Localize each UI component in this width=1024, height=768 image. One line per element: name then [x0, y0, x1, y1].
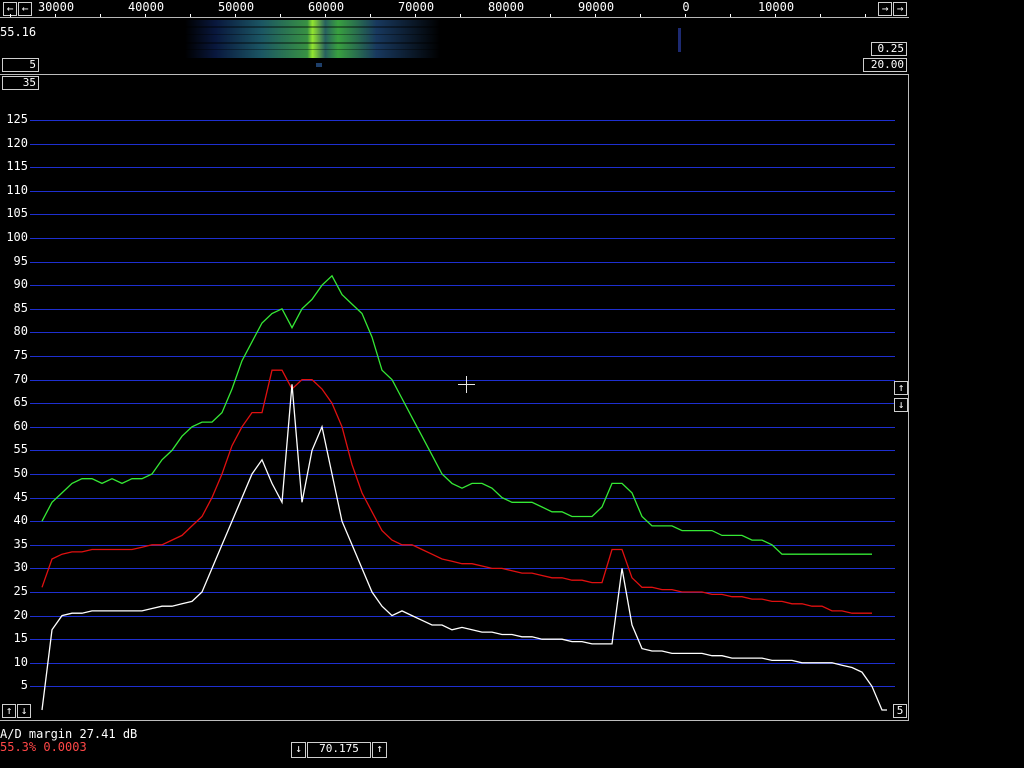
frequency-tick: [595, 14, 596, 17]
frequency-tick: [280, 14, 281, 17]
crosshair-icon: [458, 376, 475, 393]
down-arrow-icon: ↓: [20, 704, 28, 717]
frequency-tick: [55, 14, 56, 17]
frequency-tick: [370, 14, 371, 17]
frequency-tick: [190, 14, 191, 17]
bottom-right-box[interactable]: 5: [893, 704, 907, 718]
frequency-label: 80000: [487, 0, 525, 14]
frequency-label: 10000: [757, 0, 795, 14]
waterfall-left-box[interactable]: 5: [2, 58, 39, 72]
frequency-tick: [100, 14, 101, 17]
bottom-down-button[interactable]: ↓: [17, 704, 31, 718]
level-down-button[interactable]: ↓: [894, 398, 908, 412]
waterfall-graph: [185, 20, 681, 67]
frequency-label: 90000: [577, 0, 615, 14]
sample-info-text: 55.3% 0.0003: [0, 740, 87, 754]
right-arrow-icon: →: [881, 2, 889, 15]
level-up-button[interactable]: ↑: [894, 381, 908, 395]
right-arrow-icon: →: [896, 2, 904, 15]
center-value-box[interactable]: 70.175: [307, 742, 371, 758]
scroll-right-button[interactable]: →: [878, 2, 892, 16]
up-arrow-icon: ↑: [5, 704, 13, 717]
down-arrow-icon: ↓: [295, 742, 302, 755]
frequency-tick: [550, 14, 551, 17]
frequency-label: 70000: [397, 0, 435, 14]
spectrum-trace: [41, 384, 887, 711]
bottom-up-button[interactable]: ↑: [2, 704, 16, 718]
frequency-label: 30000: [37, 0, 75, 14]
waterfall-panel: [0, 18, 909, 73]
scroll-right-fast-button[interactable]: →: [893, 2, 907, 16]
waterfall-value: 55.16: [0, 25, 37, 39]
ad-margin-text: A/D margin 27.41 dB: [0, 727, 138, 741]
frequency-tick: [145, 14, 146, 17]
spectrum-graph: [41, 274, 887, 711]
frequency-tick: [415, 14, 416, 17]
waterfall-top-right-box[interactable]: 0.25: [871, 42, 907, 56]
frequency-label: 0: [682, 0, 690, 14]
frequency-tick: [865, 14, 866, 17]
waterfall-bottom-right-value: 20.00: [870, 58, 904, 71]
up-arrow-icon: ↑: [897, 381, 905, 394]
spectrum-trace: [41, 369, 872, 614]
up-arrow-icon: ↑: [376, 742, 383, 755]
scroll-left-fast-button[interactable]: ←: [18, 2, 32, 16]
frequency-tick: [505, 14, 506, 17]
center-value: 70.175: [319, 742, 359, 755]
waterfall-top-right-value: 0.25: [877, 42, 905, 55]
frequency-label: 60000: [307, 0, 345, 14]
frequency-tick: [640, 14, 641, 17]
frequency-tick: [820, 14, 821, 17]
center-up-button[interactable]: ↑: [372, 742, 387, 758]
center-down-button[interactable]: ↓: [291, 742, 306, 758]
frequency-tick: [10, 14, 11, 17]
frequency-tick: [325, 14, 326, 17]
frequency-tick: [460, 14, 461, 17]
waterfall-bottom-right-box[interactable]: 20.00: [863, 58, 907, 72]
down-arrow-icon: ↓: [897, 398, 905, 411]
spectrum-bottom-border: [0, 720, 909, 721]
waterfall-left-box-value: 5: [29, 58, 36, 71]
frequency-label: 40000: [127, 0, 165, 14]
frequency-tick: [775, 14, 776, 17]
frequency-tick: [685, 14, 686, 17]
frequency-tick: [730, 14, 731, 17]
spectrum-right-border: [908, 74, 909, 721]
frequency-tick: [235, 14, 236, 17]
spectrum-trace: [41, 274, 872, 555]
frequency-label: 50000: [217, 0, 255, 14]
left-arrow-icon: ←: [21, 2, 29, 15]
bottom-right-value: 5: [896, 704, 904, 717]
